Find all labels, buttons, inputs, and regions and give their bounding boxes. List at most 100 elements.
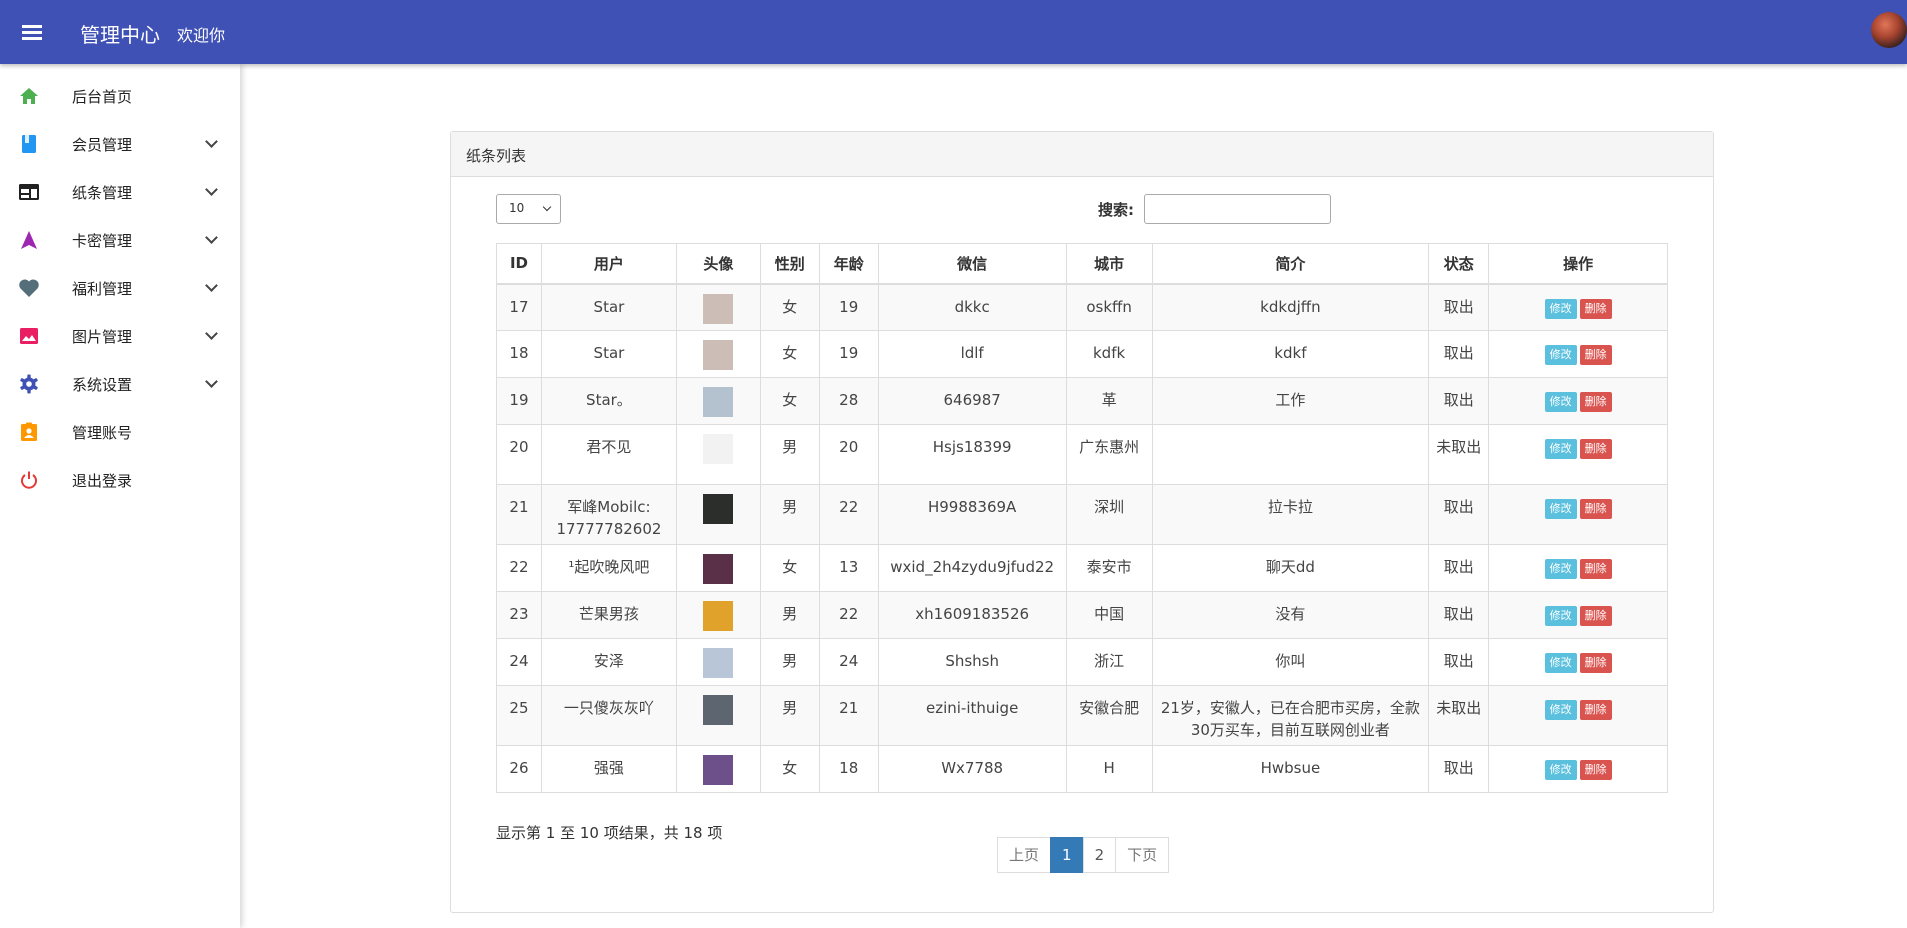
table-row: 21 军峰Mobilc: 17777782602 男 22 H9988369A 深圳 拉卡拉… (496, 484, 1668, 545)
chevron-down-icon (205, 135, 218, 148)
sidebar-item-cards[interactable]: 卡密管理 (0, 216, 240, 264)
app-title: 管理中心 (80, 23, 160, 47)
welcome-text: 欢迎你 (177, 26, 226, 45)
notes-table: ID 用户 头像 性别 年龄 微信 城市 简介 状态 操作 17 Star 女 19 d… (496, 243, 1668, 793)
edit-button[interactable]: 修改 (1544, 653, 1577, 673)
cell-city: 广东惠州 (1065, 424, 1153, 485)
page-length-select[interactable]: 10 (496, 194, 561, 224)
cell-avatar (675, 283, 761, 331)
edit-button[interactable]: 修改 (1544, 606, 1577, 626)
prev-page-button[interactable]: 上页 (997, 837, 1052, 873)
gear-icon (18, 373, 40, 395)
delete-button[interactable]: 删除 (1579, 298, 1612, 319)
edit-button[interactable]: 修改 (1544, 345, 1577, 365)
next-page-button[interactable]: 下页 (1115, 837, 1170, 873)
table-row: 18 Star 女 19 ldlf kdfk kdkf 取出 修改 删除 (496, 330, 1668, 378)
avatar-thumbnail (703, 434, 734, 464)
search-input[interactable] (1144, 194, 1331, 224)
cell-wechat: ldlf (877, 330, 1067, 378)
edit-button[interactable]: 修改 (1544, 392, 1577, 412)
edit-button[interactable]: 修改 (1544, 298, 1577, 319)
cell-wechat: xh1609183526 (877, 591, 1067, 639)
cell-actions: 修改 删除 (1488, 745, 1668, 793)
page-button-2[interactable]: 2 (1082, 837, 1117, 873)
chevron-down-icon (542, 202, 552, 212)
sidebar-item-account[interactable]: 管理账号 (0, 408, 240, 456)
cell-user: 君不见 (540, 424, 677, 485)
cell-city: kdfk (1065, 330, 1153, 378)
column-header-age[interactable]: 年龄 (818, 243, 879, 285)
cell-actions: 修改 删除 (1488, 330, 1668, 378)
delete-button[interactable]: 删除 (1579, 499, 1612, 519)
cell-user: 军峰Mobilc: 17777782602 (540, 484, 677, 545)
column-header-avatar[interactable]: 头像 (675, 243, 761, 285)
sidebar-item-label: 会员管理 (72, 135, 133, 154)
page-button-1[interactable]: 1 (1050, 837, 1084, 873)
delete-button[interactable]: 删除 (1579, 345, 1612, 365)
cell-avatar (675, 685, 761, 746)
navigation-icon (18, 229, 40, 251)
column-header-intro[interactable]: 简介 (1151, 243, 1430, 285)
chevron-down-icon (205, 279, 218, 292)
cell-intro: kdkf (1151, 330, 1430, 378)
cell-actions: 修改 删除 (1488, 544, 1668, 592)
cell-status: 取出 (1428, 283, 1490, 331)
sidebar-item-logout[interactable]: 退出登录 (0, 456, 240, 504)
delete-button[interactable]: 删除 (1579, 392, 1612, 412)
column-header-gender[interactable]: 性别 (759, 243, 820, 285)
sidebar-item-notes[interactable]: 纸条管理 (0, 168, 240, 216)
cell-intro: 拉卡拉 (1151, 484, 1430, 545)
sidebar-item-home[interactable]: 后台首页 (0, 72, 240, 120)
sidebar-item-label: 系统设置 (72, 375, 133, 394)
delete-button[interactable]: 删除 (1579, 700, 1612, 720)
menu-icon[interactable] (17, 17, 47, 47)
delete-button[interactable]: 删除 (1579, 653, 1612, 673)
cell-gender: 女 (759, 283, 820, 331)
sidebar-item-label: 退出登录 (72, 471, 133, 490)
column-header-city[interactable]: 城市 (1065, 243, 1153, 285)
cell-age: 24 (818, 638, 879, 686)
edit-button[interactable]: 修改 (1544, 499, 1577, 519)
cell-age: 22 (818, 484, 879, 545)
home-icon (18, 85, 40, 107)
table-row: 23 芒果男孩男 22 xh1609183526 中国 没有 取出 修改 删除 (496, 591, 1668, 639)
cell-wechat: Wx7788 (877, 745, 1067, 793)
cell-status: 取出 (1428, 544, 1490, 592)
table-row: 20 君不见男 20 Hsjs18399 广东惠州 未取出 修改 删除 (496, 424, 1668, 485)
cell-id: 20 (496, 424, 542, 485)
cell-age: 21 (818, 685, 879, 746)
column-header-status[interactable]: 状态 (1428, 243, 1490, 285)
edit-button[interactable]: 修改 (1544, 439, 1577, 459)
cell-user: 安泽 (540, 638, 677, 686)
column-header-user[interactable]: 用户 (540, 243, 677, 285)
sidebar-item-settings[interactable]: 系统设置 (0, 360, 240, 408)
cell-actions: 修改 删除 (1488, 377, 1668, 425)
chevron-down-icon (205, 183, 218, 196)
column-header-id[interactable]: ID (496, 243, 542, 285)
user-avatar[interactable] (1871, 12, 1907, 48)
column-header-wechat[interactable]: 微信 (877, 243, 1067, 285)
cell-city: oskffn (1065, 283, 1153, 331)
edit-button[interactable]: 修改 (1544, 559, 1577, 579)
cell-status: 未取出 (1428, 424, 1490, 485)
sidebar-item-label: 管理账号 (72, 423, 133, 442)
cell-gender: 男 (759, 591, 820, 639)
edit-button[interactable]: 修改 (1544, 700, 1577, 720)
chevron-down-icon (205, 231, 218, 244)
edit-button[interactable]: 修改 (1544, 760, 1577, 780)
sidebar-item-members[interactable]: 会员管理 (0, 120, 240, 168)
cell-status: 取出 (1428, 638, 1490, 686)
sidebar-item-welfare[interactable]: 福利管理 (0, 264, 240, 312)
cell-actions: 修改 删除 (1488, 685, 1668, 746)
delete-button[interactable]: 删除 (1579, 439, 1612, 459)
delete-button[interactable]: 删除 (1579, 760, 1612, 780)
cell-gender: 女 (759, 330, 820, 378)
delete-button[interactable]: 删除 (1579, 559, 1612, 579)
sidebar-item-label: 福利管理 (72, 279, 133, 298)
cell-avatar (675, 591, 761, 639)
page-length-value: 10 (509, 201, 525, 215)
cell-gender: 女 (759, 377, 820, 425)
delete-button[interactable]: 删除 (1579, 606, 1612, 626)
sidebar-item-images[interactable]: 图片管理 (0, 312, 240, 360)
avatar-thumbnail (703, 494, 734, 524)
